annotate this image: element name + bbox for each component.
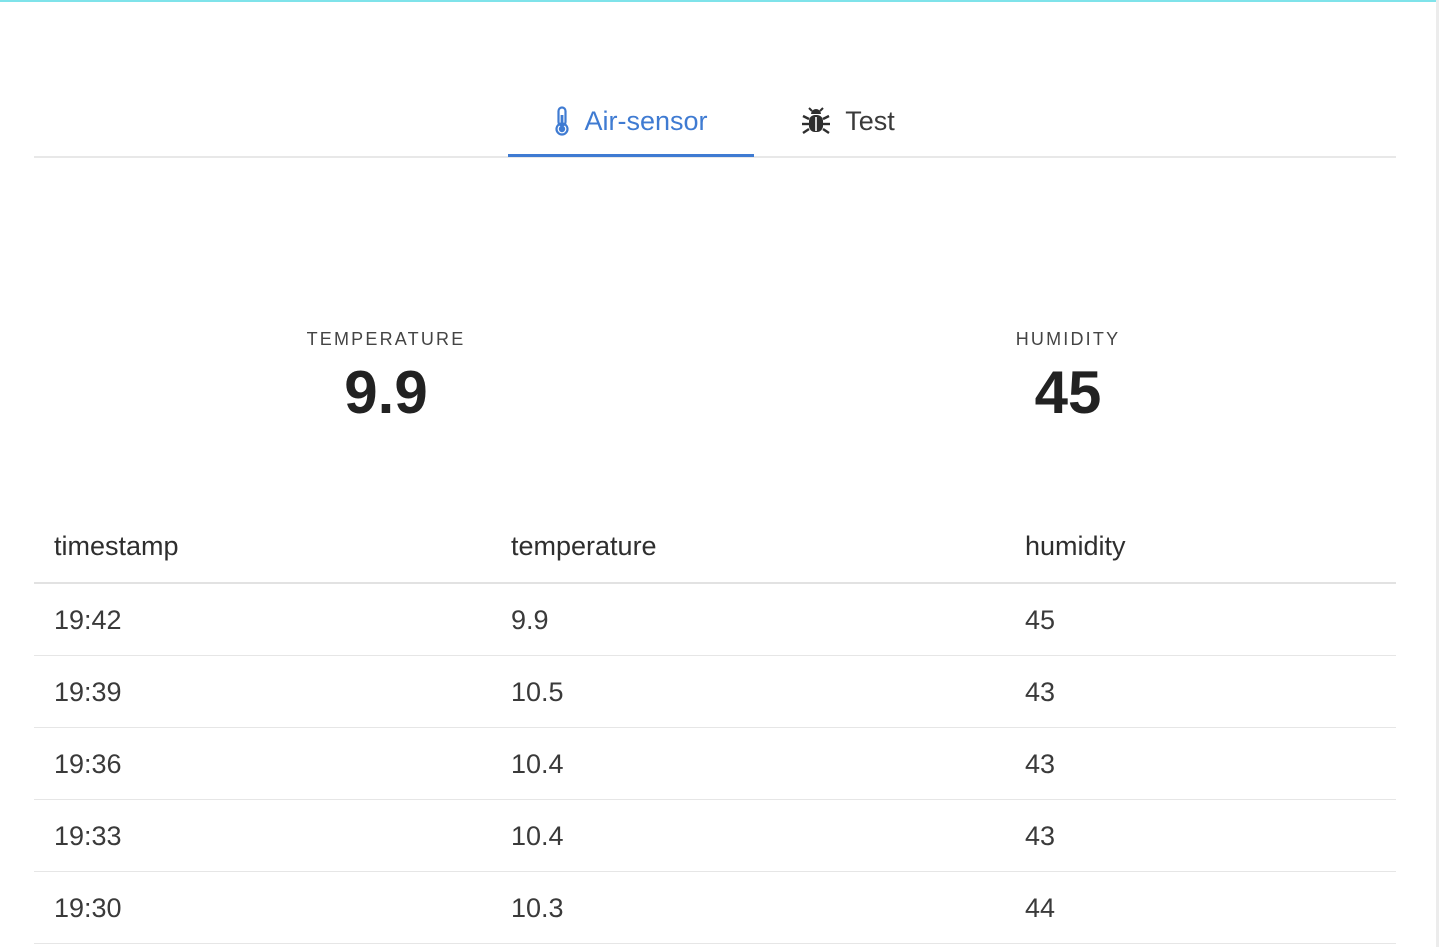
column-header-humidity[interactable]: humidity: [1025, 531, 1126, 562]
tab-bar: Air-sensor Test: [34, 88, 1396, 158]
table-row: 19:42 9.9 45: [34, 584, 1396, 656]
temperature-stat-title: TEMPERATURE: [306, 329, 466, 349]
column-header-timestamp[interactable]: timestamp: [54, 531, 179, 562]
cell-temperature: 10.5: [511, 677, 564, 707]
tab-test[interactable]: Test: [786, 88, 910, 154]
humidity-stat-value: 45: [1034, 359, 1102, 426]
table-header-row: timestamp temperature humidity: [34, 510, 1396, 584]
cell-timestamp: 19:42: [54, 605, 122, 635]
cell-humidity: 45: [1025, 605, 1056, 635]
table-row: 19:30 10.3 44: [34, 872, 1396, 944]
humidity-stat-title: HUMIDITY: [1015, 329, 1121, 349]
cell-timestamp: 19:33: [54, 821, 122, 851]
tab-air-sensor[interactable]: Air-sensor: [508, 88, 754, 157]
top-accent-bar: [0, 0, 1439, 2]
thermometer-icon: [554, 106, 570, 136]
cell-temperature: 10.4: [511, 821, 564, 851]
cell-timestamp: 19:39: [54, 677, 122, 707]
cell-humidity: 43: [1025, 677, 1056, 707]
table-row: 19:36 10.4 43: [34, 728, 1396, 800]
column-header-temperature[interactable]: temperature: [511, 531, 657, 562]
cell-temperature: 10.4: [511, 749, 564, 779]
humidity-stat: HUMIDITY 45: [968, 328, 1168, 428]
table-row: 19:39 10.5 43: [34, 656, 1396, 728]
cell-timestamp: 19:36: [54, 749, 122, 779]
cell-humidity: 44: [1025, 893, 1056, 923]
cell-temperature: 9.9: [511, 605, 549, 635]
temperature-stat-value: 9.9: [344, 359, 428, 426]
cell-timestamp: 19:30: [54, 893, 122, 923]
cell-temperature: 10.3: [511, 893, 564, 923]
table-row: 19:33 10.4 43: [34, 800, 1396, 872]
temperature-stat: TEMPERATURE 9.9: [286, 328, 486, 428]
tab-test-label: Test: [845, 105, 895, 136]
cell-humidity: 43: [1025, 821, 1056, 851]
bug-icon: [801, 106, 831, 136]
cell-humidity: 43: [1025, 749, 1056, 779]
tab-air-sensor-label: Air-sensor: [584, 105, 708, 136]
dashboard-page: Air-sensor Test TEMPERATURE 9.9 HUMIDITY…: [0, 0, 1439, 947]
readings-table: timestamp temperature humidity 19:42 9.9…: [34, 510, 1396, 944]
